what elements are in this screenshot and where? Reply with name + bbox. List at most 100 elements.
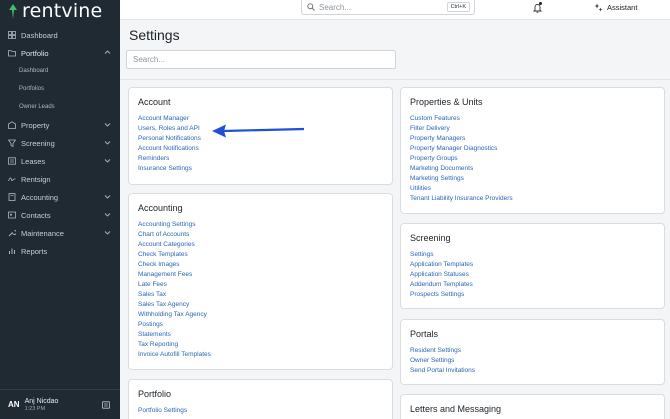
building-icon xyxy=(7,121,16,130)
sidebar-item-label: Contacts xyxy=(21,210,51,220)
chevron-up-icon[interactable] xyxy=(104,49,111,56)
assistant-label: Assistant xyxy=(607,3,638,12)
link-marketing-settings[interactable]: Marketing Settings xyxy=(410,174,655,184)
link-marketing-documents[interactable]: Marketing Documents xyxy=(410,164,655,174)
global-search-placeholder: Search... xyxy=(319,2,352,12)
sidebar-item-screening[interactable]: Screening xyxy=(0,134,120,152)
link-property-managers[interactable]: Property Managers xyxy=(410,134,655,144)
sidebar-item-dashboard[interactable]: Dashboard xyxy=(0,26,120,44)
sidebar-item-portfolio[interactable]: Portfolio xyxy=(0,44,120,62)
link-late-fees[interactable]: Late Fees xyxy=(138,280,383,290)
link-application-templates[interactable]: Application Templates xyxy=(410,260,655,270)
link-custom-features[interactable]: Custom Features xyxy=(410,114,655,124)
chevron-down-icon[interactable] xyxy=(104,229,111,236)
link-statements[interactable]: Statements xyxy=(138,330,383,340)
reports-icon xyxy=(7,247,16,256)
link-account-notifications[interactable]: Account Notifications xyxy=(138,144,383,154)
user-name: Anj Nicdao xyxy=(24,397,59,405)
link-accounting-settings[interactable]: Accounting Settings xyxy=(138,220,383,230)
link-prospects-settings[interactable]: Prospects Settings xyxy=(410,290,655,300)
shortcut-badge: Ctrl+K xyxy=(446,2,470,12)
folder-icon xyxy=(7,49,16,58)
card-portals: Portals Resident Settings Owner Settings… xyxy=(400,319,665,385)
link-invoice-autofill-templates[interactable]: Invoice Autofill Templates xyxy=(138,350,383,360)
link-sales-tax-agency[interactable]: Sales Tax Agency xyxy=(138,300,383,310)
assistant-button[interactable]: Assistant xyxy=(594,3,637,12)
sidebar-item-reports[interactable]: Reports xyxy=(0,242,120,260)
funnel-icon xyxy=(7,139,16,148)
link-tax-reporting[interactable]: Tax Reporting xyxy=(138,340,383,350)
link-utilities[interactable]: Utilities xyxy=(410,184,655,194)
card-title: Letters and Messaging xyxy=(410,404,502,414)
sidebar-item-leases[interactable]: Leases xyxy=(0,152,120,170)
link-portfolio-settings[interactable]: Portfolio Settings xyxy=(138,406,383,416)
link-filter-delivery[interactable]: Filter Delivery xyxy=(410,124,655,134)
link-sales-tax[interactable]: Sales Tax xyxy=(138,290,383,300)
sparkle-icon xyxy=(594,3,603,12)
chevron-down-icon[interactable] xyxy=(104,121,111,128)
link-check-images[interactable]: Check Images xyxy=(138,260,383,270)
link-postings[interactable]: Postings xyxy=(138,320,383,330)
logout-icon[interactable] xyxy=(102,401,110,409)
card-title: Screening xyxy=(410,233,451,243)
brand-logo[interactable]: rentvine xyxy=(0,0,120,22)
settings-search-input[interactable]: Search... xyxy=(126,50,396,69)
chevron-down-icon[interactable] xyxy=(104,157,111,164)
card-accounting: Accounting Accounting Settings Chart of … xyxy=(128,193,393,370)
card-title: Account xyxy=(138,97,171,107)
card-title: Portals xyxy=(410,329,439,339)
user-profile[interactable]: AN Anj Nicdao 1:23 PM xyxy=(0,389,120,419)
notification-dot xyxy=(539,2,542,5)
card-portfolio: Portfolio Portfolio Settings xyxy=(128,379,393,419)
sidebar-item-label: Rentsign xyxy=(21,174,51,184)
link-owner-settings[interactable]: Owner Settings xyxy=(410,356,655,366)
link-reminders[interactable]: Reminders xyxy=(138,154,383,164)
top-bar: Search... Ctrl+K Assistant xyxy=(120,0,670,20)
link-application-statuses[interactable]: Application Statuses xyxy=(410,270,655,280)
link-send-portal-invitations[interactable]: Send Portal Invitations xyxy=(410,366,655,376)
card-title: Properties & Units xyxy=(410,97,483,107)
chevron-down-icon[interactable] xyxy=(104,139,111,146)
card-title: Accounting xyxy=(138,203,183,213)
global-search-input[interactable]: Search... Ctrl+K xyxy=(301,0,475,15)
sidebar-subitem-portfolios[interactable]: Portfolios xyxy=(0,80,120,98)
sidebar-item-label: Reports xyxy=(21,246,48,256)
link-screening-settings[interactable]: Settings xyxy=(410,250,655,260)
sidebar-item-maintenance[interactable]: Maintenance xyxy=(0,224,120,242)
sidebar-item-contacts[interactable]: Contacts xyxy=(0,206,120,224)
sidebar-item-label: Screening xyxy=(21,138,55,148)
link-check-templates[interactable]: Check Templates xyxy=(138,250,383,260)
sidebar-item-rentsign[interactable]: Rentsign xyxy=(0,170,120,188)
sidebar-nav: Dashboard Portfolio Dashboard Portfolios… xyxy=(0,26,120,260)
dashboard-icon xyxy=(7,31,16,40)
avatar: AN xyxy=(8,400,20,409)
link-chart-of-accounts[interactable]: Chart of Accounts xyxy=(138,230,383,240)
sidebar-subitem-dashboard[interactable]: Dashboard xyxy=(0,62,120,80)
link-withholding-tax-agency[interactable]: Withholding Tax Agency xyxy=(138,310,383,320)
card-properties-units: Properties & Units Custom Features Filte… xyxy=(400,87,665,214)
sidebar-item-label: Leases xyxy=(21,156,46,166)
chevron-down-icon[interactable] xyxy=(104,193,111,200)
sidebar-item-label: Maintenance xyxy=(21,228,64,238)
brand-name: rentvine xyxy=(22,0,103,22)
link-property-groups[interactable]: Property Groups xyxy=(410,154,655,164)
annotation-arrow-icon xyxy=(212,124,305,138)
sidebar-item-property[interactable]: Property xyxy=(0,116,120,134)
link-addendum-templates[interactable]: Addendum Templates xyxy=(410,280,655,290)
sidebar-subitem-owner-leads[interactable]: Owner Leads xyxy=(0,98,120,116)
card-screening: Screening Settings Application Templates… xyxy=(400,223,665,309)
card-letters-messaging: Letters and Messaging xyxy=(400,394,665,419)
user-info: Anj Nicdao 1:23 PM xyxy=(25,398,59,412)
chevron-down-icon[interactable] xyxy=(104,211,111,218)
link-resident-settings[interactable]: Resident Settings xyxy=(410,346,655,356)
link-management-fees[interactable]: Management Fees xyxy=(138,270,383,280)
link-tenant-liability-insurance-providers[interactable]: Tenant Liability Insurance Providers xyxy=(410,194,655,204)
sidebar-item-accounting[interactable]: Accounting xyxy=(0,188,120,206)
link-insurance-settings[interactable]: Insurance Settings xyxy=(138,164,383,174)
sidebar-item-label: Property xyxy=(21,120,50,130)
search-icon xyxy=(307,3,315,11)
signature-icon xyxy=(7,175,16,184)
sidebar-item-label: Accounting xyxy=(21,192,59,202)
link-property-manager-diagnostics[interactable]: Property Manager Diagnostics xyxy=(410,144,655,154)
link-account-categories[interactable]: Account Categories xyxy=(138,240,383,250)
